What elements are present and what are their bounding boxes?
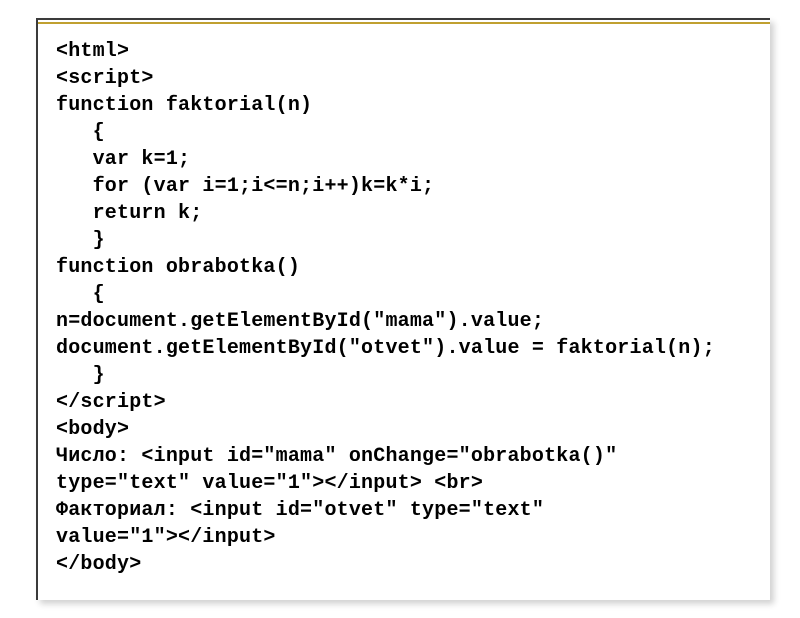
code-snippet-container: <html> <script> function faktorial(n) { … xyxy=(36,18,770,600)
left-border xyxy=(36,18,38,600)
code-block: <html> <script> function faktorial(n) { … xyxy=(56,38,750,578)
top-border-dark xyxy=(36,18,770,20)
top-border-gold xyxy=(36,22,770,24)
